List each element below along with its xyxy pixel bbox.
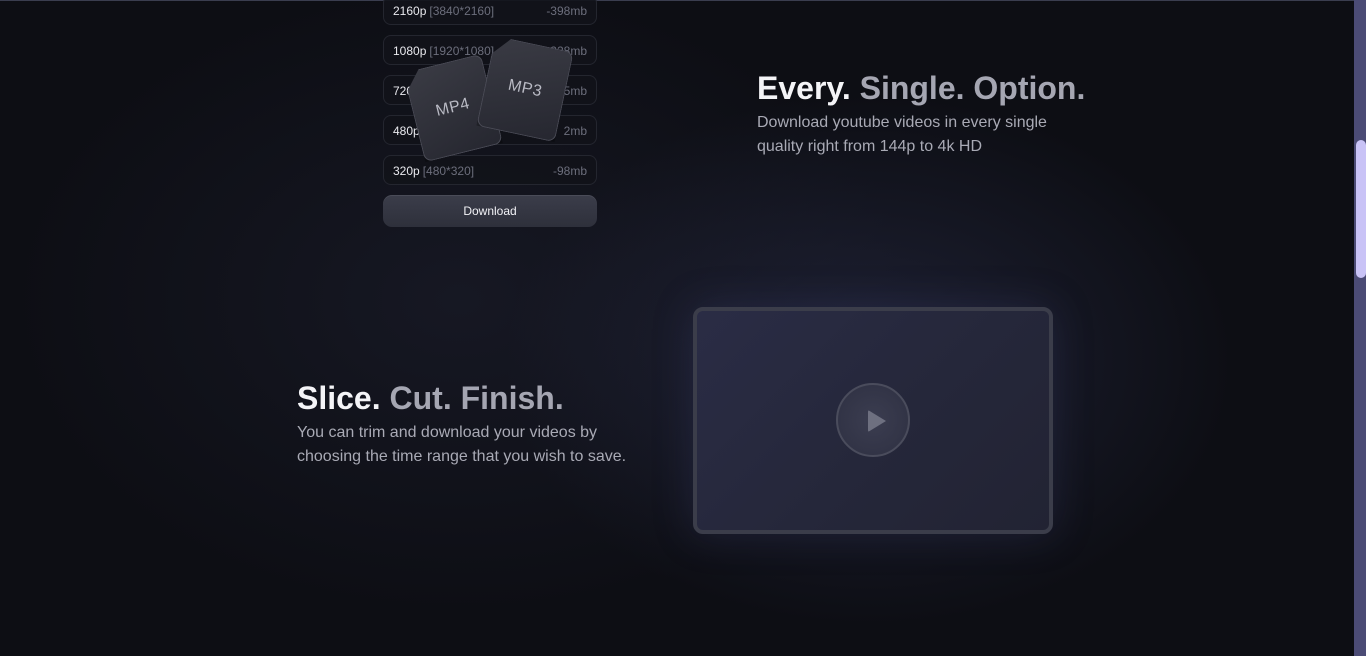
quality-option-2160p[interactable]: 2160p [3840*2160] -398mb: [383, 0, 597, 25]
quality-size: -398mb: [546, 4, 587, 18]
quality-size: -98mb: [552, 164, 587, 178]
title-word: Cut.: [389, 380, 452, 416]
quality-dimensions: [480*320]: [422, 164, 475, 178]
feature-trim-description: You can trim and download your videos by…: [297, 424, 627, 465]
feature-trim-title: Slice. Cut. Finish.: [297, 380, 564, 417]
top-divider: [0, 0, 1354, 1]
quality-resolution: 2160p: [393, 4, 427, 18]
title-word: Option.: [973, 70, 1086, 106]
quality-dimensions: [1920*1080]: [429, 44, 495, 58]
title-word: Finish.: [460, 380, 564, 416]
quality-option-320p[interactable]: 320p [480*320] -98mb: [383, 155, 597, 185]
quality-resolution: 1080p: [393, 44, 427, 58]
download-button[interactable]: Download: [383, 195, 597, 227]
feature-options-description: Download youtube videos in every single …: [757, 114, 1047, 155]
play-icon: [868, 410, 886, 432]
scrollbar[interactable]: [1354, 0, 1366, 656]
quality-dimensions: [3840*2160]: [429, 4, 495, 18]
title-word: Every.: [757, 70, 851, 106]
page: 2160p [3840*2160] -398mb 1080p [1920*1080]…: [0, 0, 1354, 656]
quality-size: 2mb: [563, 124, 587, 138]
quality-resolution: 480p: [393, 124, 420, 138]
title-word: Slice.: [297, 380, 381, 416]
scrollbar-thumb[interactable]: [1356, 140, 1366, 278]
title-word: Single.: [859, 70, 965, 106]
feature-options-title: Every. Single. Option.: [757, 70, 1085, 107]
quality-resolution: 320p: [393, 164, 420, 178]
quality-size: 5mb: [563, 84, 587, 98]
play-button[interactable]: [836, 383, 910, 457]
